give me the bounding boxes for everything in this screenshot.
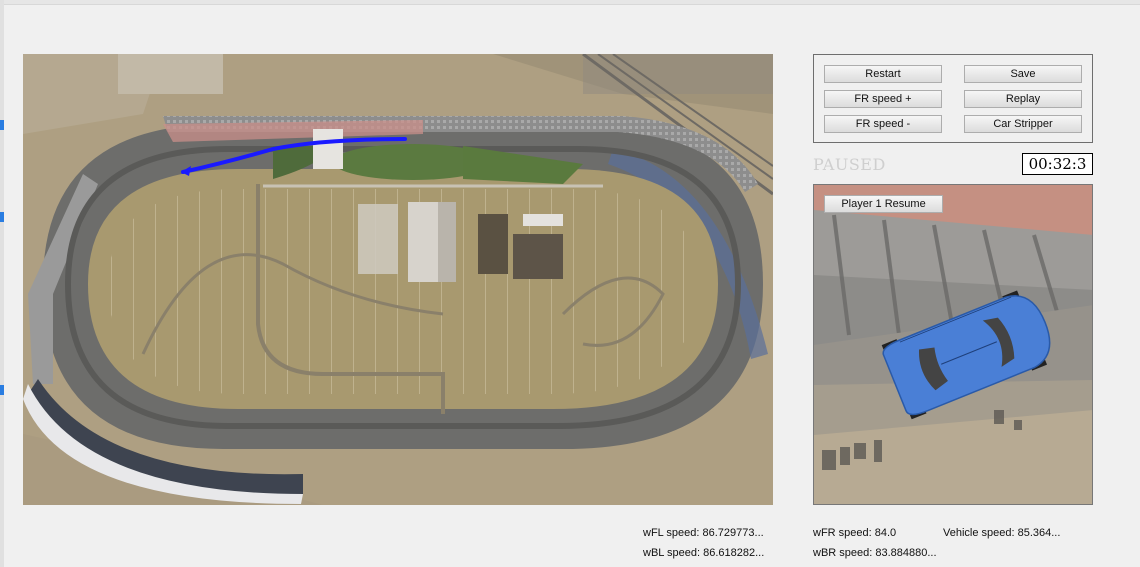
desktop-edge-2 — [0, 212, 4, 222]
wbl-speed-readout: wBL speed: 86.618282... — [643, 547, 765, 559]
car-zoom-view: Player 1 Resume — [813, 184, 1093, 505]
vehicle-speed-readout: Vehicle speed: 85.364... — [943, 527, 1061, 539]
track-map[interactable] — [23, 54, 773, 505]
wfr-speed-readout: wFR speed: 84.0 — [813, 527, 897, 539]
fr-speed-minus-button[interactable]: FR speed - — [824, 115, 942, 133]
car-stripper-button[interactable]: Car Stripper — [964, 115, 1082, 133]
save-button[interactable]: Save — [964, 65, 1082, 83]
race-timer: 00:32:3 — [1022, 153, 1093, 175]
desktop-edge-1 — [0, 120, 4, 130]
paused-label: PAUSED — [813, 155, 886, 174]
window-top-border — [0, 0, 1140, 5]
controls-panel: Restart Save FR speed + Replay FR speed … — [813, 54, 1093, 143]
car-zoom-canvas — [814, 185, 1092, 504]
window-left-edge — [0, 0, 4, 567]
desktop-edge-3 — [0, 385, 4, 395]
fr-speed-plus-button[interactable]: FR speed + — [824, 90, 942, 108]
wbr-speed-readout: wBR speed: 83.884880... — [813, 547, 937, 559]
player-1-resume-button[interactable]: Player 1 Resume — [824, 195, 943, 213]
restart-button[interactable]: Restart — [824, 65, 942, 83]
track-map-canvas — [23, 54, 773, 505]
wfl-speed-readout: wFL speed: 86.729773... — [643, 527, 764, 539]
replay-button[interactable]: Replay — [964, 90, 1082, 108]
